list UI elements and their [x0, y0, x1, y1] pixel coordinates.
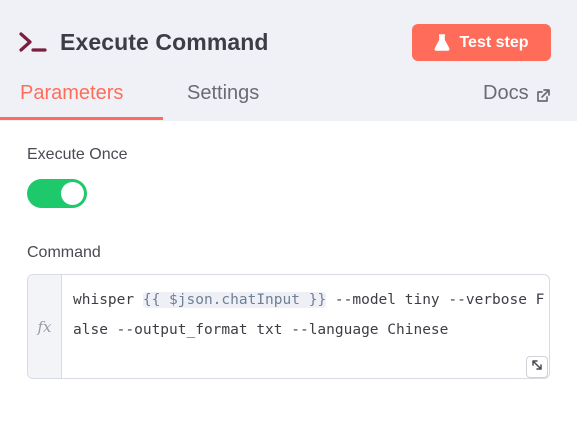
command-label: Command [27, 244, 101, 261]
fx-icon: fx [37, 317, 52, 336]
command-prefix: whisper [73, 292, 143, 308]
expression-gutter: fx [28, 275, 62, 378]
title-row: Execute Command [18, 22, 269, 62]
tab-parameters[interactable]: Parameters [20, 82, 123, 105]
node-title: Execute Command [60, 28, 269, 55]
tab-docs-label: Docs [483, 82, 529, 104]
expand-editor-button[interactable] [526, 356, 548, 378]
external-link-icon [536, 86, 551, 102]
node-header: Execute Command Test step Parameters Set… [0, 0, 577, 121]
expand-icon [531, 358, 543, 376]
tab-settings[interactable]: Settings [187, 82, 259, 105]
command-text[interactable]: whisper {{ $json.chatInput }} --model ti… [73, 285, 551, 345]
tab-bar: Parameters Settings Docs [0, 78, 577, 121]
command-expression: {{ $json.chatInput }} [142, 292, 327, 308]
execute-once-toggle[interactable] [27, 179, 87, 208]
test-step-button[interactable]: Test step [412, 24, 551, 61]
tab-docs[interactable]: Docs [483, 82, 551, 105]
flask-icon [434, 34, 450, 51]
terminal-icon [18, 30, 48, 54]
command-input[interactable]: fx whisper {{ $json.chatInput }} --model… [27, 274, 550, 379]
toggle-knob [61, 182, 84, 205]
execute-once-label: Execute Once [27, 146, 128, 163]
test-step-label: Test step [459, 33, 529, 51]
active-tab-indicator [0, 117, 163, 120]
